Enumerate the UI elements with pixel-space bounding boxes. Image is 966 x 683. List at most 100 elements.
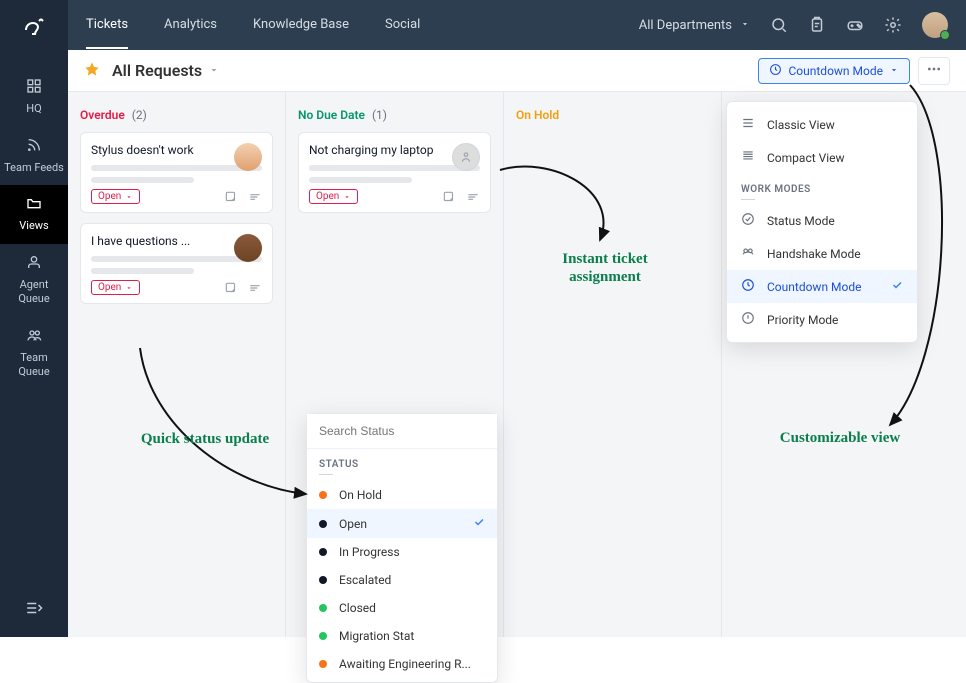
- status-option[interactable]: Closed: [307, 594, 497, 622]
- department-label: All Departments: [639, 18, 732, 33]
- status-dot-icon: [319, 576, 327, 584]
- sidebar-item-team-feeds[interactable]: Team Feeds: [0, 127, 68, 186]
- status-option[interactable]: On Hold: [307, 481, 497, 509]
- view-icon: [741, 149, 755, 166]
- check-icon: [473, 516, 485, 531]
- status-option-label: In Progress: [339, 545, 400, 559]
- status-option-label: Closed: [339, 601, 376, 615]
- status-option[interactable]: Migration Stat: [307, 622, 497, 650]
- status-option-label: Escalated: [339, 573, 391, 587]
- view-option-label: Compact View: [767, 151, 845, 165]
- work-mode-option[interactable]: Handshake Mode: [727, 237, 917, 270]
- status-dot-icon: [319, 548, 327, 556]
- status-dot-icon: [319, 491, 327, 499]
- tab-social[interactable]: Social: [385, 2, 420, 49]
- mode-option-label: Handshake Mode: [767, 247, 861, 261]
- sidebar-item-team-queue[interactable]: Team Queue: [0, 317, 68, 390]
- column-title: On Hold: [516, 108, 709, 122]
- sidebar-item-agent-queue[interactable]: Agent Queue: [0, 244, 68, 317]
- assignee-avatar[interactable]: [234, 234, 262, 262]
- folder-icon: [26, 195, 42, 215]
- tab-analytics[interactable]: Analytics: [164, 2, 217, 49]
- expand-sidebar-button[interactable]: [25, 599, 43, 621]
- status-option-label: On Hold: [339, 488, 382, 502]
- note-icon[interactable]: [224, 190, 238, 204]
- ticket-card[interactable]: I have questions ... Open: [80, 223, 273, 304]
- page-header: All Requests Countdown Mode: [68, 50, 966, 92]
- mode-option-label: Countdown Mode: [767, 280, 862, 294]
- star-icon[interactable]: [84, 61, 100, 81]
- priority-icon[interactable]: [248, 190, 262, 204]
- view-mode-button[interactable]: Countdown Mode: [758, 58, 910, 84]
- assignee-avatar[interactable]: [234, 143, 262, 171]
- agent-icon: [26, 254, 42, 274]
- status-dot-icon: [319, 632, 327, 640]
- search-icon[interactable]: [770, 16, 788, 34]
- view-mode-dropdown: Classic View Compact View WORK MODES Stat…: [726, 101, 918, 343]
- note-icon[interactable]: [224, 281, 238, 295]
- chevron-down-icon: [889, 64, 899, 78]
- ticket-card[interactable]: Stylus doesn't work Open: [80, 132, 273, 213]
- feeds-icon: [26, 137, 42, 157]
- clock-icon: [769, 63, 782, 79]
- status-dot-icon: [319, 520, 327, 528]
- check-icon: [891, 279, 903, 294]
- mode-option-label: Status Mode: [767, 214, 835, 228]
- team-icon: [26, 327, 42, 347]
- sidebar-item-label: HQ: [26, 102, 41, 116]
- status-dot-icon: [319, 604, 327, 612]
- status-option[interactable]: Open: [307, 509, 497, 538]
- gear-icon[interactable]: [884, 16, 902, 34]
- unassigned-avatar[interactable]: [452, 143, 480, 171]
- status-section-header: STATUS: [307, 449, 497, 472]
- department-picker[interactable]: All Departments: [639, 18, 750, 33]
- chevron-down-icon: [740, 18, 750, 33]
- logo-icon: [22, 16, 46, 44]
- sidebar-item-label: Team Feeds: [4, 161, 64, 175]
- grid-icon: [26, 78, 42, 98]
- sidebar-item-views[interactable]: Views: [0, 185, 68, 244]
- column-title: Overdue (2): [80, 108, 273, 122]
- status-option[interactable]: Escalated: [307, 566, 497, 594]
- topbar: Tickets Analytics Knowledge Base Social …: [68, 0, 966, 50]
- user-avatar[interactable]: [922, 12, 948, 38]
- priority-icon[interactable]: [248, 281, 262, 295]
- work-mode-option[interactable]: Status Mode: [727, 204, 917, 237]
- sidebar-item-label: Views: [19, 219, 48, 233]
- mode-option-label: Priority Mode: [767, 313, 838, 327]
- left-sidebar: HQ Team Feeds Views Agent Queue Team Que…: [0, 0, 68, 637]
- sidebar-item-hq[interactable]: HQ: [0, 68, 68, 127]
- note-icon[interactable]: [442, 190, 456, 204]
- topbar-tabs: Tickets Analytics Knowledge Base Social: [86, 2, 420, 49]
- view-icon: [741, 116, 755, 133]
- work-modes-header: WORK MODES: [727, 174, 917, 197]
- status-option-label: Awaiting Engineering R...: [339, 657, 471, 671]
- view-option[interactable]: Classic View: [727, 108, 917, 141]
- tab-knowledge-base[interactable]: Knowledge Base: [253, 2, 349, 49]
- status-dot-icon: [319, 660, 327, 668]
- mode-icon: [741, 311, 755, 328]
- status-option-label: Migration Stat: [339, 629, 414, 643]
- chevron-down-icon: [208, 61, 220, 80]
- column-title: No Due Date (1): [298, 108, 491, 122]
- more-options-button[interactable]: [918, 57, 950, 85]
- tab-tickets[interactable]: Tickets: [86, 2, 128, 49]
- clipboard-icon[interactable]: [808, 16, 826, 34]
- status-option[interactable]: In Progress: [307, 538, 497, 566]
- status-search-input[interactable]: [307, 414, 497, 449]
- sidebar-item-label: Agent Queue: [4, 278, 64, 307]
- status-option-label: Open: [339, 517, 367, 531]
- page-title[interactable]: All Requests: [112, 61, 220, 80]
- status-tag[interactable]: Open: [309, 189, 358, 204]
- work-mode-option[interactable]: Countdown Mode: [727, 270, 917, 303]
- view-option[interactable]: Compact View: [727, 141, 917, 174]
- status-option[interactable]: Awaiting Engineering R...: [307, 650, 497, 678]
- status-tag[interactable]: Open: [91, 189, 140, 204]
- priority-icon[interactable]: [466, 190, 480, 204]
- status-tag[interactable]: Open: [91, 280, 140, 295]
- column-on-hold: On Hold: [504, 92, 722, 637]
- ticket-card[interactable]: Not charging my laptop Open: [298, 132, 491, 213]
- gamepad-icon[interactable]: [846, 16, 864, 34]
- work-mode-option[interactable]: Priority Mode: [727, 303, 917, 336]
- mode-icon: [741, 212, 755, 229]
